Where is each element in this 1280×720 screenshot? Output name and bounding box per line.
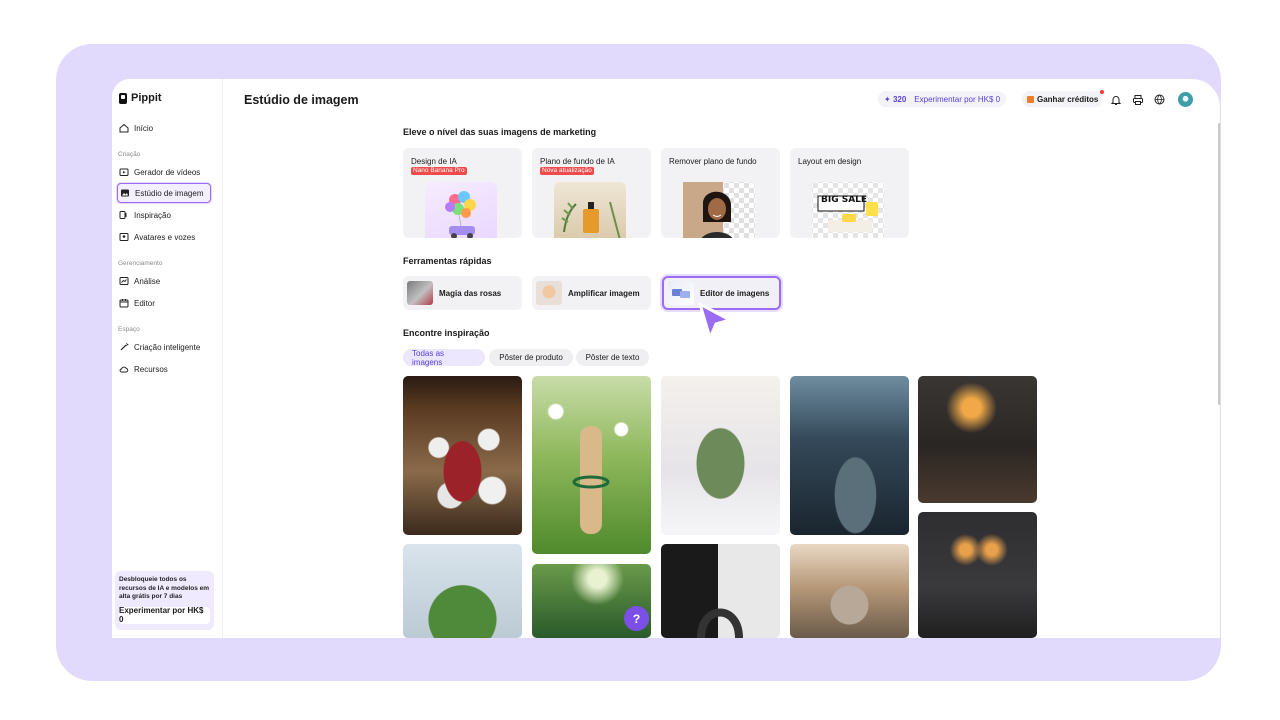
magic-wand-icon <box>119 342 129 352</box>
feature-card-ai-design[interactable]: Design de IA Nano Banana Pro <box>403 148 522 238</box>
tool-rose-magic[interactable]: Magia das rosas <box>403 276 522 310</box>
portrait-cutout-image <box>683 182 755 238</box>
big-sale-text: BIG SALE <box>821 195 868 205</box>
tool-label: Magia das rosas <box>439 288 502 298</box>
feature-card-label: Design de IA <box>411 157 457 166</box>
sidebar-item-analytics[interactable]: Análise <box>117 271 211 291</box>
sidebar-item-image-studio[interactable]: Estúdio de imagem <box>117 183 211 203</box>
sidebar-item-label: Inspiração <box>134 210 171 220</box>
sidebar-item-smart-creation[interactable]: Criação inteligente <box>117 337 211 357</box>
feature-card-layout-design[interactable]: Layout em design BIG SALE <box>790 148 909 238</box>
sidebar-item-resources[interactable]: Recursos <box>117 359 211 379</box>
calendar-icon <box>119 298 129 308</box>
sidebar-item-label: Editor <box>134 298 155 308</box>
feature-badge: Nano Banana Pro <box>411 167 467 175</box>
feature-card-ai-background[interactable]: Plano de fundo de IA Nova atualização <box>532 148 651 238</box>
home-icon <box>119 123 129 133</box>
feature-card-remove-background[interactable]: Remover plano de fundo <box>661 148 780 238</box>
tool-label: Editor de imagens <box>700 288 770 298</box>
sidebar-item-inspiration[interactable]: Inspiração <box>117 205 211 225</box>
sidebar-item-label: Análise <box>134 276 161 286</box>
help-button[interactable]: ? <box>624 606 649 631</box>
user-avatar[interactable] <box>1178 92 1193 107</box>
sidebar-item-home[interactable]: Início <box>117 118 211 138</box>
credits-count-wrap: ✦ 320 <box>884 94 907 104</box>
feature-card-label: Remover plano de fundo <box>669 157 757 166</box>
gift-icon <box>1027 95 1034 103</box>
gallery-image-floating-city[interactable] <box>661 376 780 535</box>
brand-name: Pippit <box>131 92 162 104</box>
filter-all-images[interactable]: Todas as imagens <box>403 349 485 367</box>
inspiration-icon <box>119 210 129 220</box>
sidebar-item-avatars[interactable]: Avatares e vozes <box>117 227 211 247</box>
upscale-thumbnail <box>536 281 562 305</box>
sidebar-item-video-generator[interactable]: Gerador de vídeos <box>117 162 211 182</box>
credits-count: 320 <box>892 94 907 104</box>
image-editor-thumbnail <box>668 281 694 305</box>
app-window: Pippit Início Criação Gerador de vídeos … <box>112 79 1220 638</box>
perfume-product-image <box>554 182 626 238</box>
image-icon <box>120 188 130 198</box>
filter-text-poster[interactable]: Pôster de texto <box>576 349 649 366</box>
brand-logo[interactable]: Pippit <box>119 92 162 104</box>
sidebar-item-label: Início <box>134 123 154 133</box>
gallery-image-statue-city[interactable] <box>790 544 909 638</box>
analytics-icon <box>119 276 129 286</box>
avatar-voice-icon <box>119 232 129 242</box>
page-title: Estúdio de imagem <box>244 93 359 107</box>
gallery-image-rainy-street[interactable] <box>790 376 909 535</box>
promo-try-button[interactable]: Experimentar por HK$ 0 <box>119 606 210 624</box>
section-label-management: Gerenciamento <box>118 260 163 267</box>
notification-dot <box>1100 90 1104 94</box>
credits-pill[interactable]: ✦ 320 Experimentar por HK$ 0 <box>878 91 1007 107</box>
tool-label: Amplificar imagem <box>568 288 640 298</box>
pippit-logo-icon <box>119 92 127 104</box>
balloon-car-image <box>425 182 497 238</box>
globe-pt-icon[interactable] <box>1154 93 1166 105</box>
feature-badge: Nova atualização <box>540 167 594 175</box>
sidebar-item-label: Estúdio de imagem <box>135 188 204 198</box>
gallery-image-workshop-earbuds[interactable] <box>918 376 1037 503</box>
bell-icon[interactable] <box>1110 93 1122 105</box>
big-sale-layout-image <box>812 182 884 238</box>
inspiration-title: Encontre inspiração <box>403 328 490 338</box>
section-label-space: Espaço <box>118 326 140 333</box>
sidebar-item-label: Gerador de vídeos <box>134 167 201 177</box>
section-label-creation: Criação <box>118 151 141 158</box>
cursor-pointer-icon <box>698 302 732 340</box>
tool-upscale-image[interactable]: Amplificar imagem <box>532 276 651 310</box>
printer-icon[interactable] <box>1132 93 1144 105</box>
feature-card-label: Plano de fundo de IA <box>540 157 615 166</box>
sidebar-item-editor[interactable]: Editor <box>117 293 211 313</box>
marketing-section-title: Eleve o nível das suas imagens de market… <box>403 127 597 137</box>
try-for-price-link[interactable]: Experimentar por HK$ 0 <box>914 95 1000 104</box>
feature-card-label: Layout em design <box>798 157 862 166</box>
page-scrollbar[interactable] <box>1218 123 1220 405</box>
sidebar: Pippit Início Criação Gerador de vídeos … <box>112 79 223 638</box>
cloud-icon <box>119 364 129 374</box>
earn-credits-button[interactable]: Ganhar créditos <box>1022 91 1104 107</box>
sidebar-item-label: Criação inteligente <box>134 342 201 352</box>
sidebar-item-label: Recursos <box>134 364 168 374</box>
gallery-image-cats[interactable] <box>403 376 522 535</box>
quick-tools-title: Ferramentas rápidas <box>403 256 492 266</box>
trial-promo-card: Desbloqueie todos os recursos de IA e mo… <box>115 571 214 630</box>
gallery-image-wood-bracelet[interactable] <box>532 376 651 554</box>
earn-credits-label: Ganhar créditos <box>1037 94 1099 104</box>
sidebar-item-label: Avatares e vozes <box>134 232 196 242</box>
rose-magic-thumbnail <box>407 281 433 305</box>
video-icon <box>119 167 129 177</box>
gallery-image-headphones[interactable] <box>661 544 780 638</box>
gallery-image-eiffel-tower[interactable] <box>403 544 522 638</box>
filter-product-poster[interactable]: Pôster de produto <box>489 349 573 366</box>
gallery-image-lamps-earbuds[interactable] <box>918 512 1037 638</box>
promo-text: Desbloqueie todos os recursos de IA e mo… <box>119 576 210 600</box>
